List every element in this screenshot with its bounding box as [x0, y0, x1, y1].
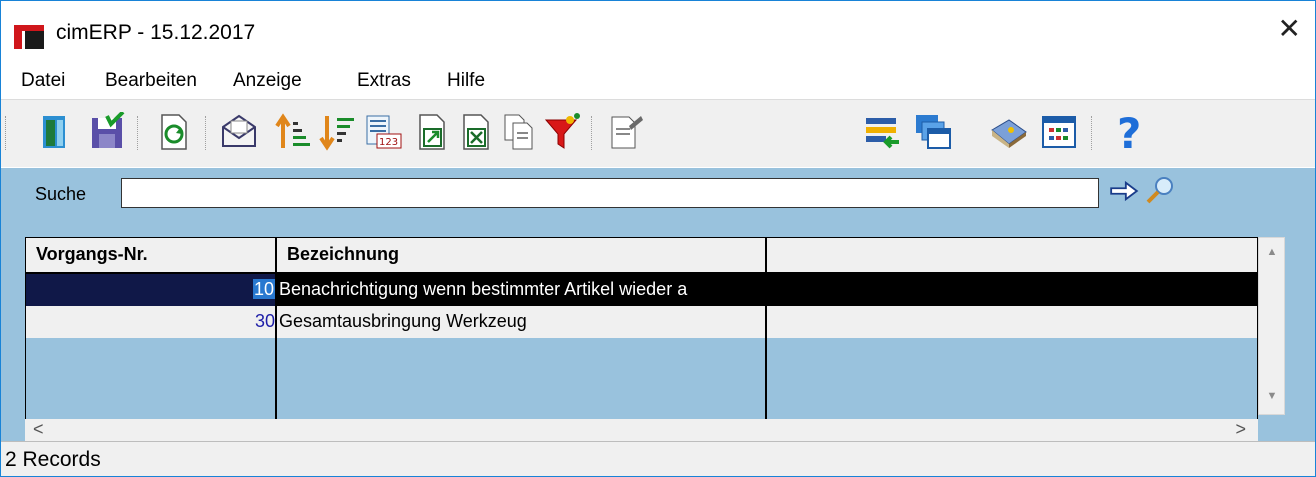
toolbar-separator [205, 116, 208, 150]
cell-vorgangs-nr[interactable]: 10 [26, 274, 277, 306]
search-bar: Suche [1, 167, 1315, 220]
application-window: cimERP - 15.12.2017 ✕ Datei Bearbeiten A… [0, 0, 1316, 477]
toolbar: 123 ? [1, 99, 1315, 166]
cell-bezeichnung[interactable]: Gesamtausbringung Werkzeug [277, 306, 767, 338]
toolbar-grip[interactable] [5, 116, 9, 150]
menu-anzeige[interactable]: Anzeige [233, 70, 302, 92]
selected-number: 10 [252, 279, 275, 299]
close-icon[interactable]: ✕ [1278, 15, 1301, 43]
column-header-empty[interactable] [767, 238, 1257, 274]
arrow-right-icon[interactable] [1107, 176, 1141, 206]
save-icon[interactable] [85, 110, 129, 154]
sort-descending-icon[interactable] [315, 110, 359, 154]
book-icon[interactable] [987, 110, 1031, 154]
cell-extra[interactable] [767, 306, 1257, 338]
edit-icon[interactable] [603, 110, 647, 154]
scroll-left-icon[interactable]: < [33, 419, 44, 440]
list-import-icon[interactable] [861, 110, 905, 154]
menu-bearbeiten[interactable]: Bearbeiten [105, 70, 197, 92]
status-bar: 2 Records [1, 441, 1315, 476]
horizontal-scrollbar[interactable]: < > [25, 419, 1258, 441]
app-logo-icon [14, 25, 44, 49]
toolbar-separator [137, 116, 140, 150]
export-icon[interactable] [409, 110, 453, 154]
window-title: cimERP - 15.12.2017 [56, 21, 256, 44]
scroll-right-icon[interactable]: > [1235, 419, 1246, 440]
calendar-123-icon[interactable]: 123 [361, 110, 405, 154]
column-divider [765, 274, 767, 432]
cell-bezeichnung[interactable]: Benachrichtigung wenn bestimmter Artikel… [277, 274, 767, 306]
cell-extra[interactable] [767, 274, 1257, 306]
cell-vorgangs-nr[interactable]: 30 [26, 306, 277, 338]
copy-icon[interactable] [497, 110, 541, 154]
search-input[interactable] [121, 178, 1099, 208]
help-icon[interactable]: ? [1107, 110, 1151, 154]
record-count: 2 Records [5, 448, 101, 471]
vertical-scrollbar[interactable]: ▲ ▼ [1258, 237, 1285, 415]
menu-extras[interactable]: Extras [357, 70, 411, 92]
scroll-up-icon[interactable]: ▲ [1262, 246, 1282, 264]
excel-export-icon[interactable] [453, 110, 497, 154]
magnifier-icon[interactable] [1143, 174, 1177, 208]
menu-datei[interactable]: Datei [21, 70, 65, 92]
column-header-vorgangs-nr[interactable]: Vorgangs-Nr. [26, 238, 277, 274]
grid-area: Vorgangs-Nr. Bezeichnung 10 Benachrichti… [1, 219, 1315, 441]
search-label: Suche [35, 184, 87, 204]
svg-text:123: 123 [379, 137, 398, 148]
data-table: Vorgangs-Nr. Bezeichnung 10 Benachrichti… [25, 237, 1258, 433]
title-bar: cimERP - 15.12.2017 ✕ [1, 1, 1315, 63]
windows-icon[interactable] [911, 110, 955, 154]
exit-icon[interactable] [33, 110, 77, 154]
mail-icon[interactable] [217, 110, 261, 154]
sort-ascending-icon[interactable] [271, 110, 315, 154]
filter-icon[interactable] [541, 110, 585, 154]
toolbar-separator [591, 116, 594, 150]
menu-bar: Datei Bearbeiten Anzeige Extras Hilfe [1, 63, 1315, 99]
menu-hilfe[interactable]: Hilfe [447, 70, 485, 92]
column-header-bezeichnung[interactable]: Bezeichnung [277, 238, 767, 274]
column-divider [275, 274, 277, 432]
refresh-icon[interactable] [151, 110, 195, 154]
columns-icon[interactable] [1037, 110, 1081, 154]
svg-text:?: ? [1117, 112, 1141, 152]
scroll-down-icon[interactable]: ▼ [1262, 390, 1282, 408]
table-row[interactable]: 10 Benachrichtigung wenn bestimmter Arti… [26, 274, 1257, 306]
table-row[interactable]: 30 Gesamtausbringung Werkzeug [26, 306, 1257, 338]
toolbar-separator [1091, 116, 1094, 150]
